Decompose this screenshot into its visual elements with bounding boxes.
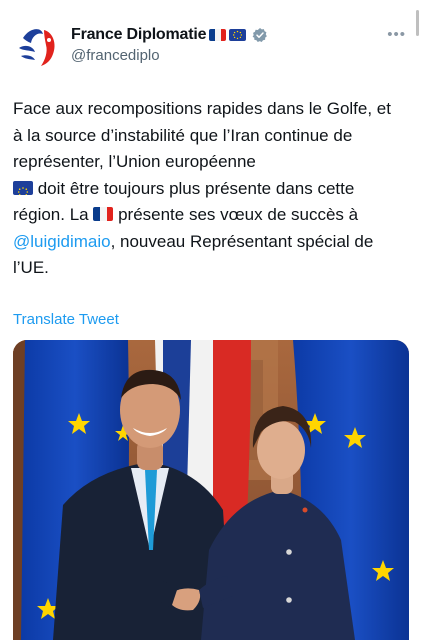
france-flag-icon bbox=[209, 29, 227, 41]
eu-flag-icon bbox=[229, 29, 247, 41]
account-handle[interactable]: @francediplo bbox=[71, 47, 268, 64]
tweet-body: Face aux recompositions rapides dans le … bbox=[13, 96, 397, 282]
france-flag-icon bbox=[93, 207, 114, 221]
verified-badge-icon bbox=[252, 28, 268, 42]
more-options-icon[interactable]: ••• bbox=[387, 26, 406, 43]
eu-flag-icon bbox=[13, 180, 33, 195]
avatar[interactable] bbox=[13, 20, 63, 70]
tweet-text-part: Face aux recompositions rapides dans le … bbox=[13, 99, 391, 171]
tweet-photo[interactable] bbox=[13, 340, 409, 640]
tweet-header: France Diplomatie @francediplo ••• bbox=[13, 20, 408, 70]
tweet-text-part: présente ses vœux de succès à bbox=[113, 205, 359, 224]
translate-tweet-link[interactable]: Translate Tweet bbox=[13, 311, 119, 328]
scrollbar[interactable] bbox=[416, 10, 419, 36]
mention-link[interactable]: @luigidimaio bbox=[13, 232, 111, 251]
display-name[interactable]: France Diplomatie bbox=[71, 26, 207, 44]
handshake-photo-image bbox=[13, 340, 409, 640]
marianne-logo-icon bbox=[13, 20, 63, 70]
